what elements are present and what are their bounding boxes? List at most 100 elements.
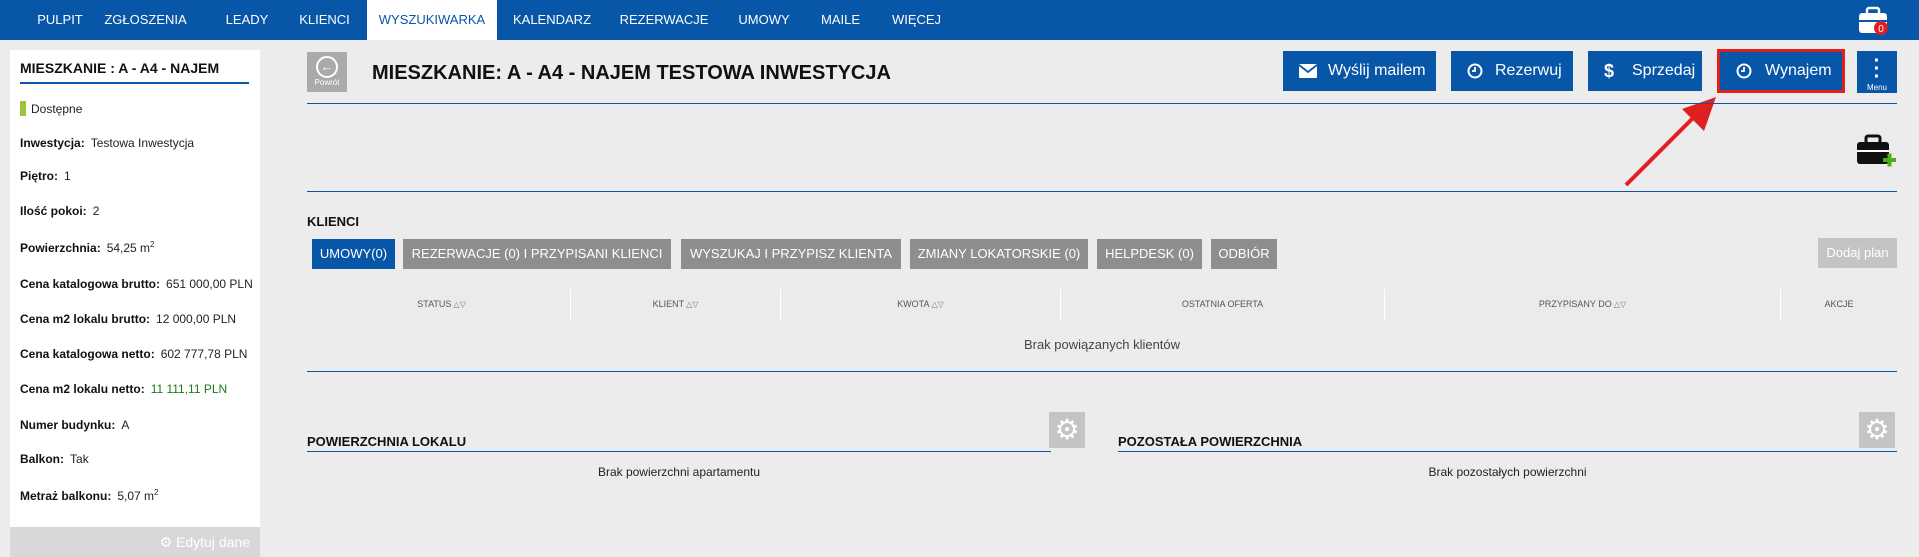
reserve-label: Rezerwuj [1495,62,1562,79]
status-color-mark [20,101,26,116]
menu-button[interactable]: · · · Menu [1857,51,1897,93]
detail-row-investment: Inwestycja: Testowa Inwestycja [20,136,194,150]
sort-icon[interactable]: △▽ [453,300,465,309]
detail-row-price-m2-net: Cena m2 lokalu netto: 11 111,11 PLN [20,382,227,396]
reserve-button[interactable]: Rezerwuj [1451,51,1573,91]
detail-label: Numer budynku: [20,418,116,432]
detail-label: Balkon: [20,452,65,466]
detail-value: 12 000,00 PLN [156,312,237,326]
nav-item-umowy[interactable]: UMOWY [731,0,797,40]
sidebar-title: MIESZKANIE : A - A4 - NAJEM [20,60,249,84]
apartment-area-empty: Brak powierzchni apartamentu [597,465,761,479]
more-vertical-icon: · · · [1873,50,1881,88]
sell-label: Sprzedaj [1632,62,1696,79]
tab-find-client[interactable]: WYSZUKAJ I PRZYPISZ KLIENTA [681,239,901,269]
clients-heading: KLIENCI [307,214,359,229]
tab-handover[interactable]: ODBIÓR [1211,239,1277,269]
property-sidebar: MIESZKANIE : A - A4 - NAJEM Dostępne Inw… [10,50,260,557]
nav-item-maile[interactable]: MAILE [812,0,869,40]
bag-count: 0 [1878,24,1884,35]
gear-icon: ⚙ [159,534,173,550]
detail-value: 11 111,11 PLN [150,382,228,396]
detail-value: 2 [92,204,100,218]
nav-item-leady[interactable]: LEADY [216,0,278,40]
arrow-pointer-icon [1624,97,1716,187]
edit-data-label: Edytuj dane [176,534,250,550]
column-status[interactable]: STATUS △▽ [313,289,571,320]
apartment-area-heading: POWIERZCHNIA LOKALU [307,434,467,449]
sort-icon[interactable]: △▽ [1614,300,1626,309]
column-actions: AKCJE [1781,289,1897,320]
detail-label: Piętro: [20,169,59,183]
detail-label: Ilość pokoi: [20,204,87,218]
clients-empty-message: Brak powiązanych klientów [1023,337,1181,352]
add-plan-button[interactable]: Dodaj plan [1818,238,1897,268]
detail-label: Cena katalogowa netto: [20,347,155,361]
sell-button[interactable]: $ Sprzedaj [1588,51,1702,91]
column-amount[interactable]: KWOTA △▽ [781,289,1061,320]
nav-item-klienci[interactable]: KLIENCI [293,0,356,40]
back-label: Powrót [314,78,340,87]
detail-row-area: Powierzchnia: 54,25 m2 [20,240,155,255]
detail-value: 651 000,00 PLN [166,277,253,291]
nav-item-rezerwacje[interactable]: REZERWACJE [612,0,716,40]
detail-label: Inwestycja: [20,136,85,150]
highlight-box [1717,49,1845,93]
menu-label: Menu [1866,83,1887,92]
status-label: Dostępne [31,102,83,116]
gear-icon[interactable]: ⚙ [1859,412,1895,448]
unit-superscript: 2 [154,488,159,497]
column-label: KWOTA [897,299,930,309]
tab-helpdesk[interactable]: HELPDESK (0) [1097,239,1202,269]
dollar-icon: $ [1604,61,1615,81]
header-divider [307,103,1897,104]
detail-row-balcony: Balkon: Tak [20,452,89,466]
detail-row-price-m2-gross: Cena m2 lokalu brutto: 12 000,00 PLN [20,312,236,326]
detail-row-price-gross: Cena katalogowa brutto: 651 000,00 PLN [20,277,253,291]
detail-row-balcony-area: Metraż balkonu: 5,07 m2 [20,488,158,503]
send-email-label: Wyślij mailem [1328,62,1426,79]
edit-data-button[interactable]: ⚙ Edytuj dane [10,527,260,557]
detail-value: 1 [64,169,71,183]
other-area-empty: Brak pozostałych powierzchni [1428,465,1587,479]
detail-row-rooms: Ilość pokoi: 2 [20,204,99,218]
clients-divider [307,371,1897,372]
detail-label: Cena m2 lokalu netto: [20,382,145,396]
column-assigned-to[interactable]: PRZYPISANY DO △▽ [1385,289,1781,320]
nav-item-kalendarz[interactable]: KALENDARZ [508,0,596,40]
tab-tenant-changes[interactable]: ZMIANY LOKATORSKIE (0) [910,239,1088,269]
status-badge: Dostępne [20,101,82,116]
sort-icon[interactable]: △▽ [932,300,944,309]
section-divider [307,191,1897,192]
other-area-heading: POZOSTAŁA POWIERZCHNIA [1118,434,1303,449]
other-area-divider [1118,451,1897,452]
arrow-left-icon: ← [316,56,338,78]
detail-value: 5,07 m [117,489,155,503]
column-label: OSTATNIA OFERTA [1181,299,1264,309]
top-navigation: PULPIT ZGŁOSZENIA LEADY KLIENCI WYSZUKIW… [0,0,1919,40]
detail-label: Metraż balkonu: [20,489,112,503]
back-button[interactable]: ← Powrót [307,52,347,92]
clients-table-header: STATUS △▽ KLIENT △▽ KWOTA △▽ OSTATNIA OFERT… [307,289,1897,320]
detail-row-price-net: Cena katalogowa netto: 602 777,78 PLN [20,347,247,361]
detail-row-floor: Piętro: 1 [20,169,71,183]
detail-value: 54,25 m [106,241,151,255]
send-email-button[interactable]: Wyślij mailem [1283,51,1436,91]
column-label: PRZYPISANY DO [1538,299,1612,309]
column-client[interactable]: KLIENT △▽ [571,289,781,320]
nav-item-wiecej[interactable]: WIĘCEJ [883,0,950,40]
detail-value: A [121,418,130,432]
gear-icon[interactable]: ⚙ [1049,412,1085,448]
unit-superscript: 2 [150,240,155,249]
tab-reservations[interactable]: REZERWACJE (0) I PRZYPISANI KLIENCI [403,239,671,269]
add-briefcase-icon[interactable] [1856,133,1896,173]
detail-value: Testowa Inwestycja [90,136,195,150]
sort-icon[interactable]: △▽ [686,300,698,309]
nav-item-zgloszenia[interactable]: ZGŁOSZENIA [103,0,188,40]
nav-item-pulpit[interactable]: PULPIT [25,0,95,40]
detail-row-building: Numer budynku: A [20,418,129,432]
tab-contracts[interactable]: UMOWY(0) [312,239,395,269]
briefcase-icon[interactable]: 0 [1855,4,1891,36]
nav-item-wyszukiwarka[interactable]: WYSZUKIWARKA [367,0,497,40]
column-label: AKCJE [1824,299,1854,309]
